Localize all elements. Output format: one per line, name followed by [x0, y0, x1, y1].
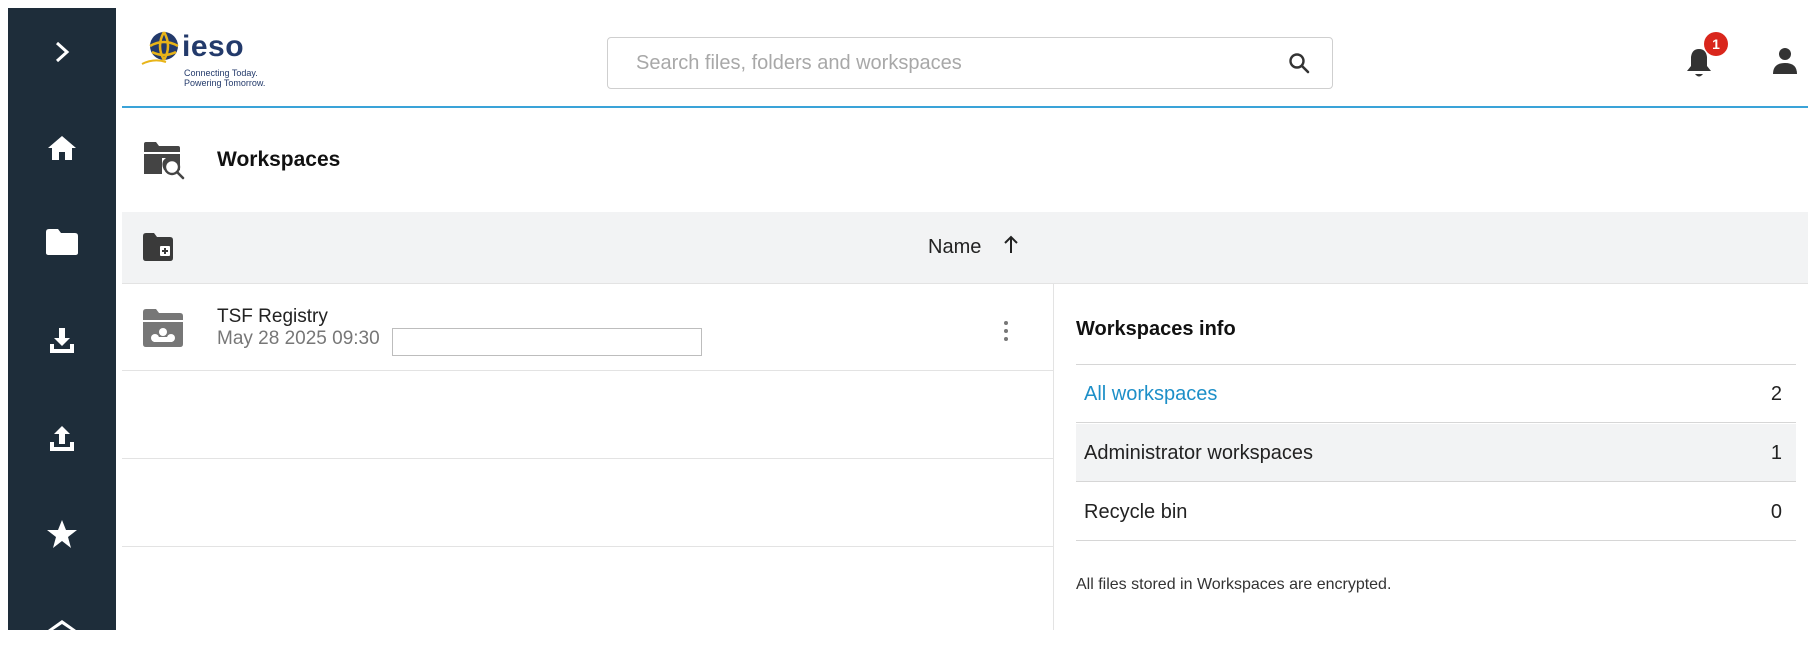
empty-row — [122, 460, 1054, 547]
logo-tagline-2: Powering Tomorrow. — [184, 78, 266, 88]
encryption-note: All files stored in Workspaces are encry… — [1076, 576, 1392, 593]
info-item-count: 0 — [1770, 501, 1782, 523]
row-text-box — [392, 328, 702, 356]
sort-by-name-header[interactable]: Name — [928, 236, 981, 259]
recycle-bin-link[interactable]: Recycle bin 0 — [1076, 483, 1796, 541]
page-title-bar: Workspaces — [122, 110, 1808, 212]
files-button[interactable] — [8, 212, 116, 272]
expand-rail-button[interactable] — [8, 22, 116, 82]
shared-folder-icon — [143, 309, 183, 347]
home-button[interactable] — [8, 118, 116, 178]
info-item-label: All workspaces — [1084, 383, 1218, 405]
search-box — [607, 37, 1333, 89]
logo-wordmark: ieso — [182, 30, 245, 63]
info-item-count: 2 — [1770, 383, 1782, 405]
star-icon — [47, 520, 77, 548]
top-header: ieso Connecting Today. Powering Tomorrow… — [122, 8, 1808, 108]
list-toolbar: Name — [122, 212, 1808, 284]
favorites-button[interactable] — [8, 504, 116, 564]
logo-tagline-1: Connecting Today. — [184, 68, 258, 78]
new-folder-icon[interactable] — [142, 232, 174, 262]
search-input[interactable] — [636, 38, 1256, 88]
info-panel-title: Workspaces info — [1076, 318, 1236, 340]
chevron-right-icon — [55, 41, 70, 63]
globe-logo-icon — [141, 31, 179, 65]
kebab-menu-icon[interactable] — [1002, 319, 1010, 343]
list-item[interactable]: TSF Registry May 28 2025 09:30 — [122, 284, 1054, 371]
all-workspaces-link[interactable]: All workspaces 2 — [1076, 365, 1796, 423]
workspace-list: TSF Registry May 28 2025 09:30 — [122, 284, 1054, 630]
side-rail — [8, 8, 116, 630]
upload-icon — [50, 426, 74, 451]
info-item-label: Recycle bin — [1084, 501, 1188, 523]
notification-badge[interactable]: 1 — [1704, 32, 1728, 56]
workspace-name[interactable]: TSF Registry — [217, 306, 328, 328]
ieso-logo[interactable]: ieso Connecting Today. Powering Tomorrow… — [140, 28, 280, 90]
uploads-button[interactable] — [8, 408, 116, 468]
empty-row — [122, 372, 1054, 459]
downloads-button[interactable] — [8, 310, 116, 370]
download-icon — [50, 328, 74, 353]
info-item-count: 1 — [1770, 442, 1782, 464]
home-icon — [48, 136, 76, 160]
workspaces-info-panel: Workspaces info All workspaces 2 Adminis… — [1054, 284, 1808, 630]
more-icon — [48, 620, 76, 630]
user-icon[interactable] — [1770, 44, 1800, 80]
workspace-modified-date: May 28 2025 09:30 — [217, 328, 380, 349]
app-window: ieso Connecting Today. Powering Tomorrow… — [0, 0, 1808, 630]
page-title: Workspaces — [217, 148, 341, 171]
workspace-search-folder-icon — [144, 142, 185, 180]
search-icon[interactable] — [1288, 52, 1310, 74]
more-rail-button[interactable] — [8, 598, 116, 658]
administrator-workspaces-link[interactable]: Administrator workspaces 1 — [1076, 424, 1796, 482]
sort-ascending-icon[interactable] — [1002, 234, 1020, 256]
folder-icon — [46, 229, 78, 255]
info-item-label: Administrator workspaces — [1084, 442, 1313, 464]
